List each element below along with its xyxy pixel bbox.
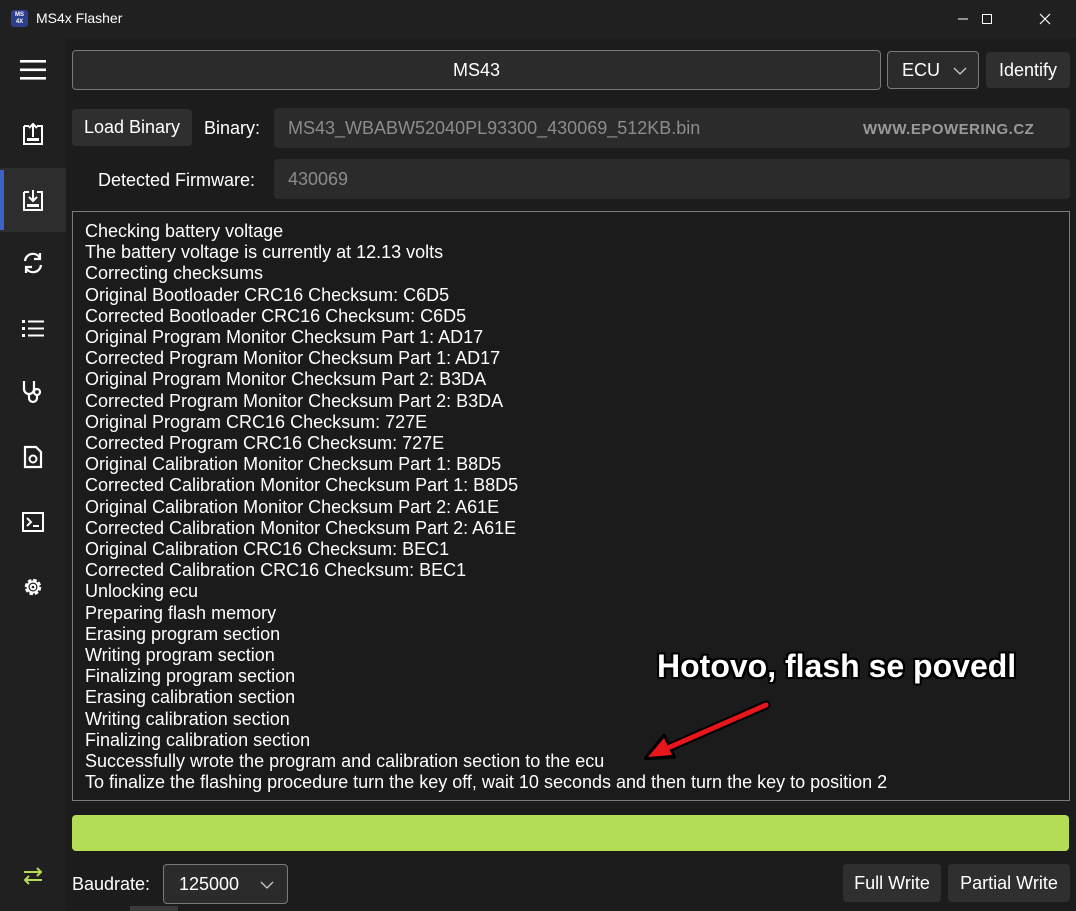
settings-icon [24, 578, 42, 596]
log-line: Original Bootloader CRC16 Checksum: C6D5 [85, 284, 450, 305]
progress-bar [72, 815, 1069, 851]
ecu-type-dropdown[interactable]: ECU [887, 51, 979, 89]
log-line: Corrected Program CRC16 Checksum: 727E [85, 433, 445, 454]
firmware-field[interactable]: 430069 [274, 159, 1070, 199]
firmware-label: Detected Firmware: [98, 170, 256, 190]
chevron-down-icon [260, 881, 274, 889]
app-logo: MS 4X [11, 10, 28, 27]
sidebar-item-refresh[interactable] [0, 231, 66, 295]
file-icon [23, 445, 43, 469]
chevron-down-icon [953, 67, 967, 75]
refresh-icon [23, 252, 43, 274]
write-icon [23, 190, 43, 211]
sidebar-item-terminal[interactable] [0, 490, 66, 554]
log-line: Original Program Monitor Checksum Part 2… [85, 369, 487, 390]
identify-button[interactable]: Identify [986, 52, 1070, 88]
log-line: Original Program Monitor Checksum Part 1… [85, 327, 484, 348]
log-line: Preparing flash memory [85, 602, 277, 623]
progress-fill [72, 815, 1069, 851]
log-line: Original Program CRC16 Checksum: 727E [85, 411, 428, 432]
log-line: Original Calibration CRC16 Checksum: BEC… [85, 539, 450, 560]
log-line: Erasing calibration section [85, 687, 296, 708]
baudrate-label: Baudrate: [72, 874, 151, 894]
sidebar-menu-button[interactable] [0, 38, 66, 102]
close-icon [1039, 13, 1051, 25]
sidebar-item-list[interactable] [0, 296, 66, 360]
log-line: Writing calibration section [85, 708, 290, 729]
maximize-button[interactable] [964, 0, 1010, 38]
sidebar-item-file[interactable] [0, 425, 66, 489]
sidebar [0, 38, 66, 911]
log-line: Original Calibration Monitor Checksum Pa… [85, 496, 500, 517]
taskbar-indicator [130, 906, 178, 911]
binary-label: Binary: [204, 118, 261, 138]
sidebar-item-diagnostics[interactable] [0, 360, 66, 424]
terminal-icon [22, 512, 44, 532]
log-line: Finalizing calibration section [85, 729, 311, 750]
log-line: Corrected Bootloader CRC16 Checksum: C6D… [85, 305, 467, 326]
log-line: Unlocking ecu [85, 581, 199, 602]
swap-icon [23, 867, 43, 885]
read-icon [23, 122, 43, 145]
log-line: Corrected Calibration Monitor Checksum P… [85, 475, 519, 496]
sidebar-item-write[interactable] [0, 168, 66, 232]
baudrate-dropdown[interactable]: 125000 [163, 864, 288, 904]
log-line: Successfully wrote the program and calib… [85, 751, 605, 772]
baudrate-value: 125000 [179, 873, 240, 894]
log-line: To finalize the flashing procedure turn … [85, 772, 888, 793]
log-line: Original Calibration Monitor Checksum Pa… [85, 454, 502, 475]
window-title: MS4x Flasher [36, 10, 123, 26]
ecu-name-field[interactable]: MS43 [72, 50, 881, 90]
ecu-type-value: ECU [902, 59, 941, 80]
main-panel: MS43 ECU Identify Load Binary Binary: MS… [66, 38, 1076, 911]
menu-icon [20, 60, 46, 80]
log-line: Erasing program section [85, 623, 281, 644]
log-line: Corrected Calibration Monitor Checksum P… [85, 517, 517, 538]
log-line: The battery voltage is currently at 12.1… [85, 242, 444, 263]
list-icon [22, 320, 44, 337]
stethoscope-icon [22, 381, 42, 404]
sidebar-item-settings[interactable] [0, 555, 66, 619]
log-line: Corrected Program Monitor Checksum Part … [85, 348, 501, 369]
close-button[interactable] [1022, 0, 1068, 38]
maximize-icon [982, 14, 992, 24]
sidebar-item-read[interactable] [0, 102, 66, 166]
log-line: Corrected Program Monitor Checksum Part … [85, 390, 504, 411]
log-output[interactable]: Checking battery voltage The battery volt… [72, 211, 1070, 801]
load-binary-button[interactable]: Load Binary [72, 109, 192, 146]
sidebar-item-swap[interactable] [0, 844, 66, 908]
log-line: Corrected Calibration CRC16 Checksum: BE… [85, 560, 467, 581]
partial-write-button[interactable]: Partial Write [948, 864, 1070, 902]
title-bar: MS 4X MS4x Flasher [0, 0, 1076, 38]
full-write-button[interactable]: Full Write [843, 864, 941, 902]
watermark: WWW.EPOWERING.CZ [863, 121, 1035, 138]
annotation-text: Hotovo, flash se povedl [657, 648, 1017, 684]
log-line: Correcting checksums [85, 263, 264, 284]
log-line: Checking battery voltage [85, 221, 284, 241]
